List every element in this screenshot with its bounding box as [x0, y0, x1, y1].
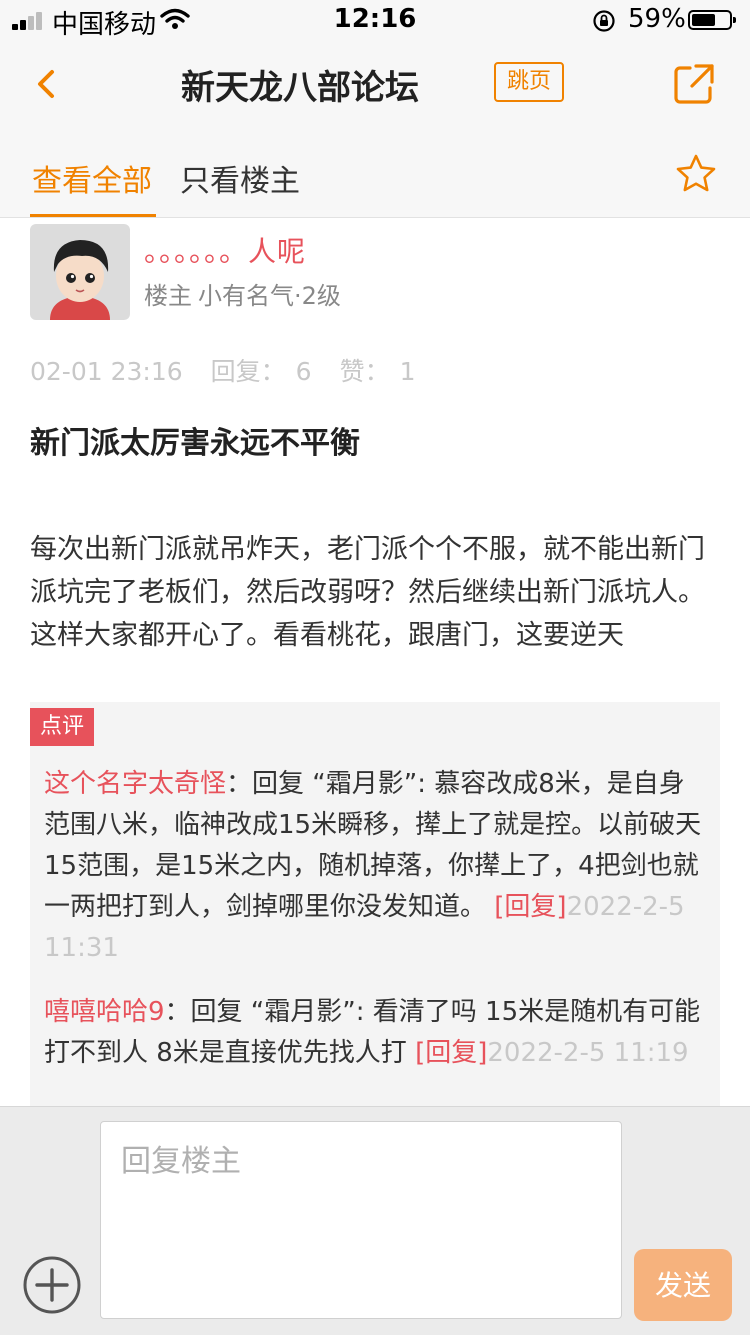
- like-count-label: 赞：: [339, 357, 390, 386]
- reply-count-label: 回复：: [210, 357, 286, 386]
- rotation-lock-icon: [593, 10, 615, 32]
- reply-count: 6: [295, 357, 312, 386]
- send-button[interactable]: 发送: [634, 1249, 732, 1321]
- comment-item: 嘻嘻哈哈9：回复 “霜月影”: 看清了吗 15米是随机有可能打不到人 8米是直接…: [44, 992, 704, 1074]
- comment-time: 2022-2-5 11:19: [487, 1038, 689, 1068]
- comment-author[interactable]: 嘻嘻哈哈9: [44, 997, 165, 1027]
- tab-owner-only[interactable]: 只看楼主: [180, 156, 300, 200]
- comment-section: 点评 这个名字太奇怪：回复 “霜月影”: 慕容改成8米，是自身范围八米，临神改成…: [30, 702, 720, 1106]
- author-name[interactable]: 。。。。。。人呢: [144, 230, 306, 270]
- comment-tag: 点评: [30, 708, 94, 746]
- post-meta: 02-01 23:16 回复： 6 赞： 1: [30, 352, 443, 388]
- comment-item: 这个名字太奇怪：回复 “霜月影”: 慕容改成8米，是自身范围八米，临神改成15米…: [44, 764, 704, 969]
- post-date: 02-01 23:16: [30, 357, 183, 386]
- favorite-star-icon[interactable]: [674, 152, 718, 196]
- share-icon[interactable]: [672, 62, 716, 106]
- author-info: 楼主 小有名气·2级: [144, 276, 347, 311]
- comment-reply-link[interactable]: [回复]: [494, 892, 566, 922]
- reply-input[interactable]: [100, 1121, 622, 1319]
- battery-percent: 59%: [628, 4, 686, 34]
- reply-bar: 发送: [0, 1106, 750, 1335]
- like-count: 1: [399, 357, 416, 386]
- active-tab-indicator: [30, 214, 156, 217]
- comment-author[interactable]: 这个名字太奇怪: [44, 769, 226, 799]
- author-role: 楼主: [144, 282, 192, 310]
- post-title: 新门派太厉害永远不平衡: [30, 426, 360, 461]
- tab-view-all[interactable]: 查看全部: [32, 156, 152, 200]
- status-bar: 中国移动 12:16 59%: [0, 0, 750, 40]
- add-attachment-icon[interactable]: [22, 1255, 82, 1315]
- tab-bar: 查看全部 只看楼主: [0, 128, 750, 218]
- battery-icon: [688, 10, 736, 30]
- comment-reply-link[interactable]: [回复]: [415, 1038, 487, 1068]
- post-body: 每次出新门派就吊炸天，老门派个个不服，就不能出新门派坑完了老板们，然后改弱呀？然…: [30, 534, 705, 651]
- jump-page-button[interactable]: 跳页: [494, 62, 564, 102]
- author-rank: 小有名气·2级: [198, 282, 341, 310]
- nav-bar: 新天龙八部论坛 跳页: [0, 40, 750, 129]
- avatar[interactable]: [30, 224, 130, 320]
